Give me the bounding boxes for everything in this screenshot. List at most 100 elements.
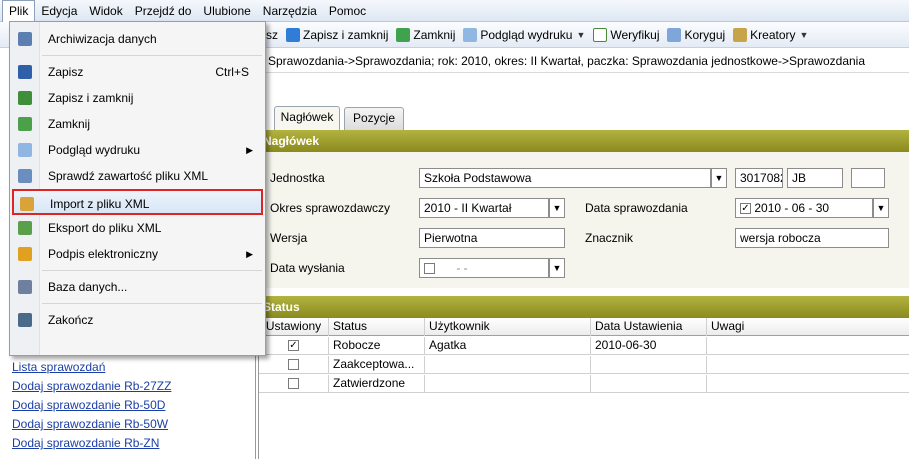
- table-row[interactable]: Zatwierdzone: [259, 375, 909, 393]
- link-add-rb50d[interactable]: Dodaj sprawozdanie Rb-50D: [12, 398, 165, 412]
- unit-type-field[interactable]: JB: [787, 168, 843, 188]
- toolbar-close-button[interactable]: Zamknij: [396, 27, 455, 42]
- toolbar-verify-button[interactable]: Weryfikuj: [593, 27, 660, 42]
- col-user[interactable]: Użytkownik: [425, 318, 591, 336]
- menu-tools[interactable]: Narzędzia: [257, 1, 323, 21]
- signature-icon: [18, 247, 32, 261]
- menu-item-preview[interactable]: Podgląd wydruku ▶: [12, 137, 263, 163]
- toolbar-correct-button[interactable]: Koryguj: [667, 27, 726, 42]
- report-date-checkbox[interactable]: ✓: [740, 203, 751, 215]
- marker-label: Znacznik: [585, 231, 634, 245]
- unit-select[interactable]: Szkoła Podstawowa: [419, 168, 711, 188]
- archive-icon: [18, 32, 32, 46]
- marker-field[interactable]: wersja robocza: [735, 228, 889, 248]
- toolbar-save-label: sz: [266, 27, 278, 42]
- sent-date-label: Data wysłania: [270, 261, 345, 275]
- unit-label: Jednostka: [270, 171, 325, 185]
- menu-item-label: Podpis elektroniczny: [48, 247, 159, 261]
- period-select[interactable]: 2010 - II Kwartał: [419, 198, 549, 218]
- menu-item-save[interactable]: Zapisz Ctrl+S: [12, 59, 263, 85]
- menu-item-archive[interactable]: Archiwizacja danych: [12, 26, 263, 52]
- chevron-down-icon[interactable]: ▼: [549, 198, 565, 218]
- print-preview-icon: [18, 143, 32, 157]
- table-header-row: Ustawiony Status Użytkownik Data Ustawie…: [259, 318, 909, 336]
- status-checkbox-checked[interactable]: ✓: [288, 340, 299, 352]
- menu-item-shortcut: Ctrl+S: [215, 65, 249, 79]
- user-cell: Agatka: [425, 337, 591, 355]
- link-add-rbzn[interactable]: Dodaj sprawozdanie Rb-ZN: [12, 436, 159, 450]
- date-cell: 2010-06-30: [591, 337, 707, 355]
- link-add-rb50w[interactable]: Dodaj sprawozdanie Rb-50W: [12, 417, 168, 431]
- menu-file[interactable]: Plik: [2, 0, 36, 22]
- menu-item-label: Baza danych...: [48, 280, 128, 294]
- status-checkbox[interactable]: [288, 359, 299, 371]
- toolbar-save-button[interactable]: sz: [266, 28, 278, 42]
- unit-code-field[interactable]: 3017082: [735, 168, 783, 188]
- menu-item-label: Zapisz: [48, 65, 84, 79]
- toolbar-verify-label: Weryfikuj: [610, 27, 660, 42]
- menu-view[interactable]: Widok: [83, 1, 128, 21]
- print-preview-icon: [463, 27, 478, 42]
- menu-item-label: Eksport do pliku XML: [48, 221, 162, 235]
- menu-item-close[interactable]: Zamknij: [12, 111, 263, 137]
- toolbar-preview-button[interactable]: Podgląd wydruku ▼: [463, 27, 585, 42]
- toolbar-correct-label: Koryguj: [684, 27, 726, 42]
- chevron-down-icon[interactable]: ▼: [711, 168, 727, 188]
- link-report-list[interactable]: Lista sprawozdań: [12, 360, 105, 374]
- chevron-down-icon[interactable]: ▼: [576, 30, 585, 40]
- status-cell: Zatwierdzone: [329, 375, 425, 393]
- unit-extra-field[interactable]: [851, 168, 885, 188]
- period-label: Okres sprawozdawczy: [270, 201, 391, 215]
- user-cell: [425, 375, 591, 393]
- tab-header[interactable]: Nagłówek: [274, 106, 340, 130]
- toolbar-wizards-button[interactable]: Kreatory ▼: [733, 27, 809, 42]
- col-set[interactable]: Ustawiony: [259, 318, 329, 336]
- toolbar-wizards-label: Kreatory: [750, 27, 796, 42]
- menu-item-check-xml[interactable]: Sprawdź zawartość pliku XML: [12, 163, 263, 189]
- menu-item-label: Zamknij: [48, 117, 91, 131]
- verify-icon: [593, 27, 608, 42]
- table-row[interactable]: ✓ Robocze Agatka 2010-06-30: [259, 337, 909, 355]
- report-date-value: 2010 - 06 - 30: [754, 201, 830, 215]
- calendar-dropdown-icon[interactable]: ▼: [549, 258, 565, 278]
- status-cell: Zaakceptowa...: [329, 356, 425, 374]
- sent-date-field[interactable]: - -: [419, 258, 549, 278]
- menu-item-label: Sprawdź zawartość pliku XML: [48, 169, 209, 183]
- status-checkbox[interactable]: [288, 378, 299, 390]
- menu-edit[interactable]: Edycja: [35, 1, 83, 21]
- menu-item-signature[interactable]: Podpis elektroniczny ▶: [12, 241, 263, 267]
- col-notes[interactable]: Uwagi: [707, 318, 909, 336]
- tab-items[interactable]: Pozycje: [344, 107, 404, 130]
- row-checkbox-cell: ✓: [259, 337, 329, 355]
- menu-favorites[interactable]: Ulubione: [197, 1, 256, 21]
- close-door-icon: [18, 117, 32, 131]
- menu-goto[interactable]: Przejdź do: [129, 1, 198, 21]
- toolbar-preview-label: Podgląd wydruku: [480, 27, 573, 42]
- menu-item-label: Zakończ: [48, 313, 94, 327]
- table-row[interactable]: Zaakceptowa...: [259, 356, 909, 374]
- chevron-down-icon[interactable]: ▼: [800, 30, 809, 40]
- status-cell: Robocze: [329, 337, 425, 355]
- sent-date-checkbox[interactable]: [424, 263, 435, 275]
- link-add-rb27zz[interactable]: Dodaj sprawozdanie Rb-27ZZ: [12, 379, 171, 393]
- menu-separator: [42, 55, 262, 56]
- menu-item-import-xml[interactable]: Import z pliku XML: [12, 189, 263, 215]
- database-icon: [18, 280, 32, 294]
- menu-separator: [42, 270, 262, 271]
- menu-item-exit[interactable]: Zakończ: [12, 307, 263, 333]
- col-status[interactable]: Status: [329, 318, 425, 336]
- save-close-icon: [286, 27, 300, 42]
- menu-help[interactable]: Pomoc: [323, 1, 372, 21]
- status-table: Ustawiony Status Użytkownik Data Ustawie…: [259, 318, 909, 398]
- save-icon: [18, 65, 32, 79]
- menu-item-save-close[interactable]: Zapisz i zamknij: [12, 85, 263, 111]
- sent-date-value: - -: [456, 261, 468, 275]
- version-field[interactable]: Pierwotna: [419, 228, 565, 248]
- menu-item-export-xml[interactable]: Eksport do pliku XML: [12, 215, 263, 241]
- col-date[interactable]: Data Ustawienia: [591, 318, 707, 336]
- report-date-field[interactable]: ✓ 2010 - 06 - 30: [735, 198, 873, 218]
- toolbar-save-close-button[interactable]: Zapisz i zamknij: [286, 27, 388, 42]
- calendar-dropdown-icon[interactable]: ▼: [873, 198, 889, 218]
- notes-cell: [707, 375, 909, 393]
- menu-item-database[interactable]: Baza danych...: [12, 274, 263, 300]
